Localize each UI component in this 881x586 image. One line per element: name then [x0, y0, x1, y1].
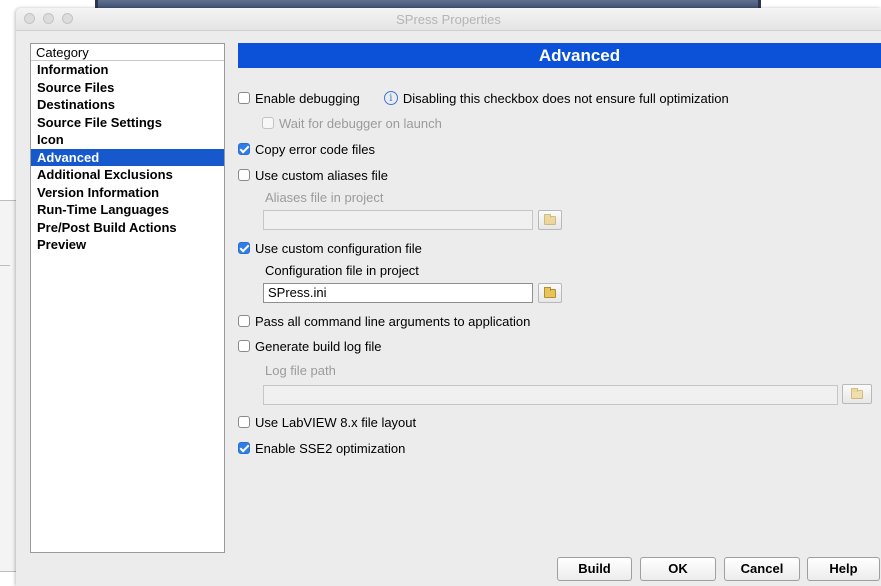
pass-args-row: Pass all command line arguments to appli… [238, 312, 530, 330]
category-item-source-files[interactable]: Source Files [31, 79, 224, 97]
title-bar[interactable]: SPress Properties [16, 8, 881, 31]
folder-icon [544, 286, 556, 298]
custom-aliases-row: Use custom aliases file [238, 166, 388, 184]
pass-all-args-checkbox[interactable] [238, 315, 250, 327]
category-item-destinations[interactable]: Destinations [31, 96, 224, 114]
properties-window: SPress Properties Category Information S… [16, 8, 881, 586]
category-item-version-information[interactable]: Version Information [31, 184, 224, 202]
wait-for-debugger-checkbox[interactable] [262, 117, 274, 129]
category-item-source-file-settings[interactable]: Source File Settings [31, 114, 224, 132]
enable-debugging-checkbox[interactable] [238, 92, 250, 104]
enable-sse2-label[interactable]: Enable SSE2 optimization [255, 441, 405, 456]
folder-icon [544, 213, 556, 225]
log-browse-button[interactable] [842, 384, 872, 404]
info-icon: i [383, 91, 398, 105]
wait-for-debugger-label[interactable]: Wait for debugger on launch [279, 116, 442, 131]
category-item-preview[interactable]: Preview [31, 236, 224, 254]
log-file-path-input[interactable] [263, 385, 838, 405]
use-labview-layout-label[interactable]: Use LabVIEW 8.x file layout [255, 415, 416, 430]
panel-title: Advanced [238, 43, 881, 68]
enable-debugging-row: Enable debugging i Disabling this checkb… [238, 89, 729, 107]
build-log-row: Generate build log file [238, 337, 381, 355]
sse2-row: Enable SSE2 optimization [238, 439, 405, 457]
log-file-path-label: Log file path [265, 363, 336, 378]
category-item-information[interactable]: Information [31, 61, 224, 79]
labview-layout-row: Use LabVIEW 8.x file layout [238, 413, 416, 431]
use-custom-aliases-checkbox[interactable] [238, 169, 250, 181]
build-button[interactable]: Build [557, 557, 632, 581]
category-item-icon[interactable]: Icon [31, 131, 224, 149]
background-window-panel [0, 200, 17, 572]
open-folder-icon [851, 387, 863, 399]
aliases-file-label: Aliases file in project [265, 190, 384, 205]
custom-config-row: Use custom configuration file [238, 239, 422, 257]
generate-build-log-checkbox[interactable] [238, 340, 250, 352]
config-browse-button[interactable] [538, 283, 562, 303]
aliases-browse-button[interactable] [538, 210, 562, 230]
use-custom-config-checkbox[interactable] [238, 242, 250, 254]
use-labview-layout-checkbox[interactable] [238, 416, 250, 428]
category-item-run-time-languages[interactable]: Run-Time Languages [31, 201, 224, 219]
config-file-input[interactable]: SPress.ini [263, 283, 533, 303]
pass-all-args-label[interactable]: Pass all command line arguments to appli… [255, 314, 530, 329]
category-item-pre-post-build-actions[interactable]: Pre/Post Build Actions [31, 219, 224, 237]
category-item-additional-exclusions[interactable]: Additional Exclusions [31, 166, 224, 184]
ok-button[interactable]: OK [640, 557, 716, 581]
copy-error-code-files-label[interactable]: Copy error code files [255, 142, 375, 157]
config-file-label: Configuration file in project [265, 263, 419, 278]
help-button[interactable]: Help [807, 557, 880, 581]
aliases-file-input[interactable] [263, 210, 533, 230]
category-header: Category [31, 44, 224, 61]
category-item-advanced[interactable]: Advanced [31, 148, 224, 166]
generate-build-log-label[interactable]: Generate build log file [255, 339, 381, 354]
info-note: Disabling this checkbox does not ensure … [402, 90, 729, 106]
category-list[interactable]: Category Information Source Files Destin… [30, 43, 225, 553]
window-title: SPress Properties [396, 12, 501, 27]
use-custom-aliases-label[interactable]: Use custom aliases file [255, 168, 388, 183]
enable-sse2-checkbox[interactable] [238, 442, 250, 454]
wait-for-debugger-row: Wait for debugger on launch [262, 114, 442, 132]
copy-error-code-row: Copy error code files [238, 140, 375, 158]
cancel-button[interactable]: Cancel [724, 557, 800, 581]
copy-error-code-files-checkbox[interactable] [238, 143, 250, 155]
use-custom-config-label[interactable]: Use custom configuration file [255, 241, 422, 256]
enable-debugging-label[interactable]: Enable debugging [255, 91, 360, 106]
advanced-panel: Advanced Enable debugging i Disabling th… [238, 43, 881, 456]
